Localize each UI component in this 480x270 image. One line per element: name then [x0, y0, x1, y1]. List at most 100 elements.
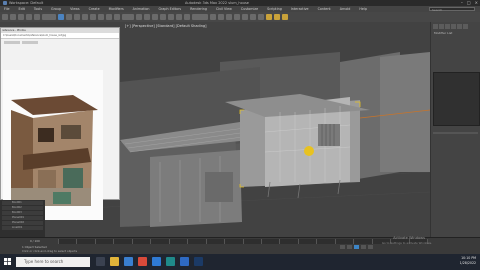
rotate-icon[interactable]	[98, 14, 104, 20]
system-tray[interactable]: 10:10 PM 1/28/2022	[460, 256, 476, 266]
angle-snap-icon[interactable]	[168, 14, 174, 20]
menu-customize[interactable]: Customize	[241, 7, 258, 11]
mirror-icon[interactable]	[210, 14, 216, 20]
workspace-tab[interactable]: Workspace: Default	[9, 1, 69, 5]
go-to-end-icon[interactable]	[368, 245, 373, 249]
maximize-icon[interactable]: □	[467, 0, 471, 5]
align-icon[interactable]	[218, 14, 224, 20]
house-photo-image	[11, 95, 98, 206]
app-icon	[3, 1, 7, 5]
layer-item[interactable]: Box002	[2, 206, 43, 210]
curve-editor-icon[interactable]	[242, 14, 248, 20]
command-panel: Modifier List	[430, 22, 480, 237]
keyboard-shortcut-icon[interactable]	[152, 14, 158, 20]
next-frame-icon[interactable]	[361, 245, 366, 249]
view-dropdown-icon[interactable]	[122, 14, 134, 20]
taskbar-search-input[interactable]: Type here to search	[16, 257, 90, 267]
menu-graph-editors[interactable]: Graph Editors	[158, 7, 181, 11]
viewport-label[interactable]: [+] [Perspective] [Standard] [Default Sh…	[125, 24, 207, 28]
minimize-icon[interactable]: –	[461, 0, 463, 5]
menu-edit[interactable]: Edit	[19, 7, 25, 11]
render-icon[interactable]	[282, 14, 288, 20]
select-by-name-icon[interactable]	[66, 14, 72, 20]
window-controls: – □ ×	[461, 0, 478, 5]
store-icon[interactable]	[124, 257, 133, 266]
percent-snap-icon[interactable]	[176, 14, 182, 20]
reference-toolbar	[1, 39, 119, 45]
search-input[interactable]: Search	[429, 7, 475, 12]
chrome-icon[interactable]	[138, 257, 147, 266]
scene-explorer: Box001 Box002 Box003 Plane001 Plane002 L…	[0, 200, 45, 237]
create-tab-icon[interactable]	[433, 24, 438, 29]
modifier-list-dropdown[interactable]: Modifier List	[434, 31, 452, 35]
menu-scripting[interactable]: Scripting	[267, 7, 282, 11]
scale-icon[interactable]	[106, 14, 112, 20]
utilities-tab-icon[interactable]	[463, 24, 468, 29]
mail-icon[interactable]	[152, 257, 161, 266]
filter-icon[interactable]	[42, 14, 56, 20]
layer-item[interactable]: Plane001	[2, 216, 43, 220]
menu-interactive[interactable]: Interactive	[291, 7, 309, 11]
prev-frame-icon[interactable]	[347, 245, 352, 249]
menu-create[interactable]: Create	[89, 7, 100, 11]
photoshop-icon[interactable]	[194, 257, 203, 266]
windows-start-icon[interactable]	[4, 258, 11, 265]
undo-icon[interactable]	[2, 14, 8, 20]
menu-views[interactable]: Views	[70, 7, 80, 11]
rect-select-icon[interactable]	[74, 14, 80, 20]
menu-animation[interactable]: Animation	[133, 7, 150, 11]
task-view-icon[interactable]	[96, 257, 105, 266]
layer-item[interactable]: Box003	[2, 211, 43, 215]
menu-help[interactable]: Help	[359, 7, 367, 11]
layer-item[interactable]: Line001	[2, 226, 43, 230]
schematic-view-icon[interactable]	[250, 14, 256, 20]
redo-icon[interactable]	[10, 14, 16, 20]
snap-icon[interactable]	[160, 14, 166, 20]
close-icon[interactable]: ×	[475, 0, 478, 5]
layer-item[interactable]: Plane002	[2, 221, 43, 225]
bind-icon[interactable]	[34, 14, 40, 20]
reference-photo	[3, 70, 103, 220]
display-tab-icon[interactable]	[457, 24, 462, 29]
modify-tab-icon[interactable]	[439, 24, 444, 29]
spinner-snap-icon[interactable]	[184, 14, 190, 20]
unlink-icon[interactable]	[26, 14, 32, 20]
pivot-icon[interactable]	[136, 14, 142, 20]
windows-taskbar: Type here to search 10:10 PM 1/28/2022	[0, 254, 480, 270]
render-setup-icon[interactable]	[266, 14, 272, 20]
menu-modifiers[interactable]: Modifiers	[109, 7, 124, 11]
menu-rendering[interactable]: Rendering	[190, 7, 207, 11]
menu-file[interactable]: File	[4, 7, 10, 11]
modifier-stack[interactable]	[433, 72, 480, 126]
play-icon[interactable]	[354, 245, 359, 249]
hierarchy-tab-icon[interactable]	[445, 24, 450, 29]
share-button[interactable]	[22, 40, 38, 44]
3dsmax-icon[interactable]	[166, 257, 175, 266]
material-editor-icon[interactable]	[258, 14, 264, 20]
motion-tab-icon[interactable]	[451, 24, 456, 29]
menu-content[interactable]: Content	[318, 7, 331, 11]
window-crossing-icon[interactable]	[82, 14, 88, 20]
menu-tools[interactable]: Tools	[34, 7, 42, 11]
link-icon[interactable]	[18, 14, 24, 20]
menu-arnold[interactable]: Arnold	[340, 7, 351, 11]
ribbon-icon[interactable]	[234, 14, 240, 20]
place-icon[interactable]	[114, 14, 120, 20]
named-selection-icon[interactable]	[192, 14, 208, 20]
go-to-start-icon[interactable]	[340, 245, 345, 249]
activate-windows-title: Activate Windows	[393, 236, 425, 240]
layer-explorer-icon[interactable]	[226, 14, 232, 20]
menu-group[interactable]: Group	[51, 7, 61, 11]
clock-date: 1/28/2022	[459, 261, 476, 265]
move-icon[interactable]	[90, 14, 96, 20]
explorer-icon[interactable]	[110, 257, 119, 266]
render-frame-icon[interactable]	[274, 14, 280, 20]
command-panel-tabs	[431, 22, 480, 31]
edit-create-button[interactable]	[4, 40, 20, 44]
layer-item[interactable]: Box001	[2, 201, 43, 205]
menu-civil-view[interactable]: Civil View	[216, 7, 232, 11]
time-slider-label[interactable]: 0 / 100	[30, 239, 40, 243]
photos-icon[interactable]	[180, 257, 189, 266]
select-icon[interactable]	[58, 14, 64, 20]
manipulate-icon[interactable]	[144, 14, 150, 20]
